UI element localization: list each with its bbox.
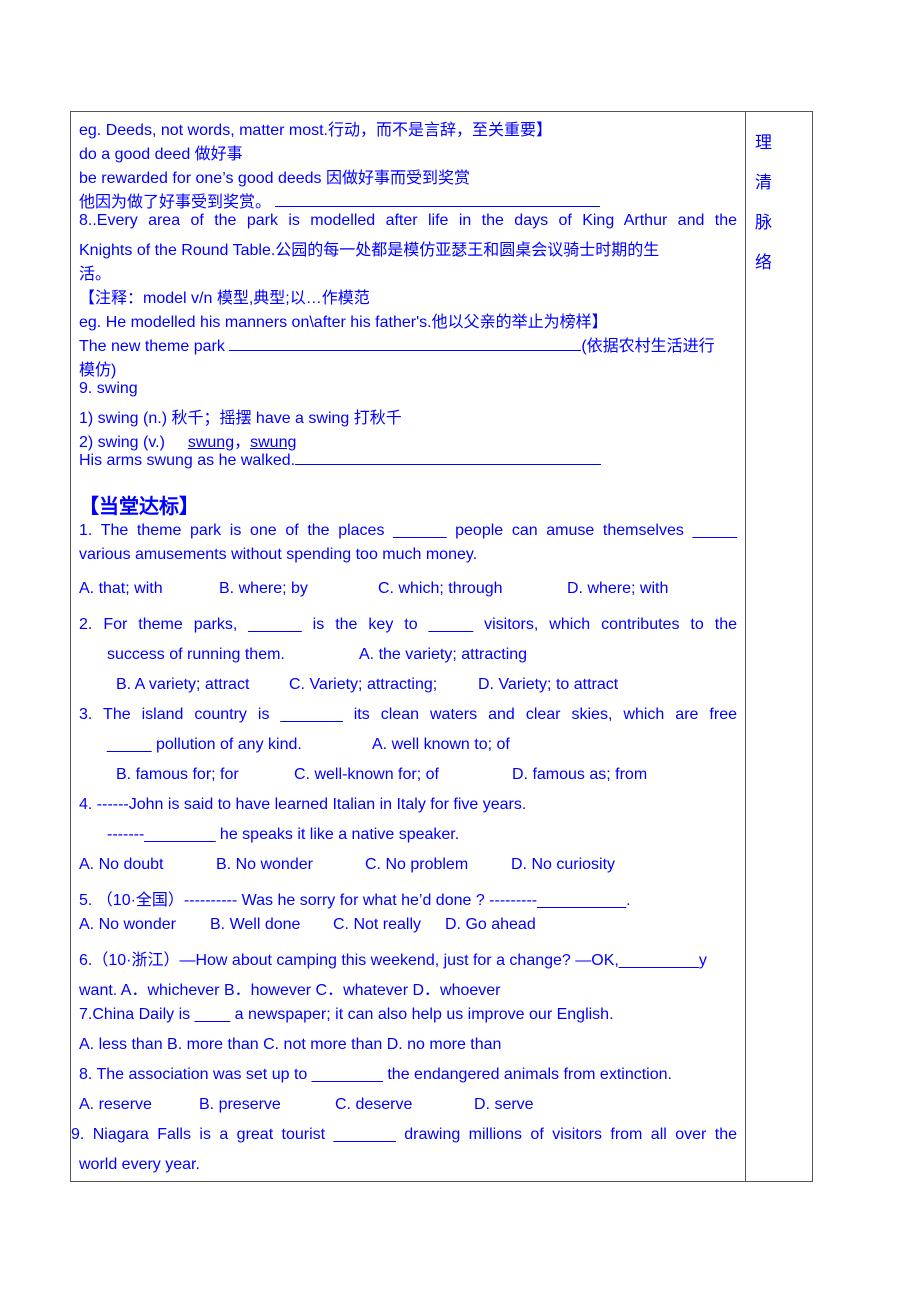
q1-stem: 1. The theme park is one of the places _… <box>79 522 737 539</box>
item8-line1: 8..Every area of the park is modelled af… <box>79 212 737 229</box>
past-tense: swung <box>187 434 235 451</box>
option-c[interactable]: C. well-known for; of <box>294 766 512 784</box>
q5-options: A. No wonder B. Well done C. Not really D. … <box>79 916 536 934</box>
q3-stem: 3. The island country is _______ its cle… <box>79 706 737 723</box>
side-char: 理 <box>755 133 772 152</box>
phrase-rewarded: be rewarded for one’s good deeds 因做好事而受到… <box>79 170 470 187</box>
item9-title: 9. swing <box>79 380 138 397</box>
item8-line3: 活。 <box>79 266 112 283</box>
swing-verb: 2) swing (v.) swung，swung <box>79 428 296 452</box>
answer-blank[interactable] <box>275 205 601 207</box>
option-b[interactable]: B. A variety; attract <box>116 676 289 694</box>
park-exercise: The new theme park (依据农村生活进行 <box>79 332 715 356</box>
q9-stem-cont: world every year. <box>79 1156 200 1173</box>
option-d[interactable]: D. No curiosity <box>511 856 615 874</box>
option-b[interactable]: B. famous for; for <box>116 766 294 784</box>
q1-stem-cont: various amusements without spending too … <box>79 546 478 563</box>
park-hint: (依据农村生活进行 <box>581 338 715 355</box>
option-a[interactable]: A. reserve <box>79 1096 199 1114</box>
translation-exercise: 他因为做了好事受到奖赏。 <box>79 188 601 212</box>
q4-stem-cont: -------________ he speaks it like a nati… <box>107 826 460 843</box>
arms-prompt: His arms swung as he walked. <box>79 452 296 469</box>
q7-stem: 7.China Daily is ____ a newspaper; it ca… <box>79 1006 614 1023</box>
q3-stem-cont: _____ pollution of any kind. A. well know… <box>107 736 510 754</box>
separator: ， <box>234 434 251 451</box>
arms-exercise: His arms swung as he walked. <box>79 452 602 470</box>
answer-blank[interactable] <box>229 349 582 351</box>
option-c[interactable]: C. No problem <box>365 856 511 874</box>
swing-verb-label: 2) swing (v.) <box>79 434 165 451</box>
q3-options: B. famous for; for C. well-known for; of D… <box>116 766 647 784</box>
option-a[interactable]: A. well known to; of <box>372 736 510 753</box>
translation-prompt: 他因为做了好事受到奖赏。 <box>79 194 272 211</box>
park-hint-cont: 模仿) <box>79 362 117 379</box>
option-b[interactable]: B. preserve <box>199 1096 335 1114</box>
phrase-good-deed: do a good deed 做好事 <box>79 146 243 163</box>
option-c[interactable]: C. Variety; attracting; <box>289 676 478 694</box>
q1-options: A. that; with B. where; by C. which; throu… <box>79 580 668 598</box>
q5-stem: 5. （10·全国）---------- Was he sorry for wh… <box>79 892 631 909</box>
q6-options: want. A．whichever B．however C．whatever D… <box>79 982 501 999</box>
option-b[interactable]: B. No wonder <box>216 856 365 874</box>
answer-blank[interactable] <box>295 463 602 465</box>
q6-stem: 6.（10·浙江）—How about camping this weekend… <box>79 952 707 969</box>
section-title: 【当堂达标】 <box>79 496 199 518</box>
q9-stem: 9. Niagara Falls is a great tourist ____… <box>71 1126 737 1143</box>
option-a[interactable]: A. that; with <box>79 580 219 598</box>
option-a[interactable]: A. the variety; attracting <box>359 646 527 663</box>
option-d[interactable]: D. Go ahead <box>445 916 536 934</box>
option-a[interactable]: A. No doubt <box>79 856 216 874</box>
annotation-model: 【注释：model v/n 模型,典型;以…作模范 <box>79 290 370 307</box>
q2-text: success of running them. <box>107 646 285 663</box>
option-b[interactable]: B. Well done <box>210 916 333 934</box>
q4-options: A. No doubt B. No wonder C. No problem D. N… <box>79 856 615 874</box>
q8-stem: 8. The association was set up to _______… <box>79 1066 672 1083</box>
worksheet-table: eg. Deeds, not words, matter most.行动，而不是… <box>70 111 813 1182</box>
side-column: 理 清 脉 络 <box>746 112 812 1181</box>
option-c[interactable]: C. deserve <box>335 1096 474 1114</box>
q3-text: _____ pollution of any kind. <box>107 736 302 753</box>
park-prompt: The new theme park <box>79 338 225 355</box>
option-a[interactable]: A. No wonder <box>79 916 210 934</box>
q2-options: B. A variety; attract C. Variety; attract… <box>116 676 618 694</box>
option-d[interactable]: D. famous as; from <box>512 766 647 784</box>
option-d[interactable]: D. Variety; to attract <box>478 676 618 694</box>
q2-stem-cont: success of running them. A. the variety; … <box>107 646 527 664</box>
swing-noun: 1) swing (n.) 秋千；摇摆 have a swing 打秋千 <box>79 410 402 427</box>
side-char: 清 <box>755 173 772 192</box>
q2-stem: 2. For theme parks, ______ is the key to… <box>79 616 737 633</box>
side-char: 脉 <box>755 213 772 232</box>
example-deeds: eg. Deeds, not words, matter most.行动，而不是… <box>79 122 552 139</box>
q7-options: A. less than B. more than C. not more th… <box>79 1036 502 1053</box>
side-char: 络 <box>755 253 772 272</box>
content-cell: eg. Deeds, not words, matter most.行动，而不是… <box>71 112 746 1181</box>
option-d[interactable]: D. serve <box>474 1096 534 1114</box>
q4-stem: 4. ------John is said to have learned It… <box>79 796 527 813</box>
q8-options: A. reserve B. preserve C. deserve D. serve <box>79 1096 534 1114</box>
option-b[interactable]: B. where; by <box>219 580 378 598</box>
option-d[interactable]: D. where; with <box>567 580 668 598</box>
option-c[interactable]: C. which; through <box>378 580 567 598</box>
example-modelled: eg. He modelled his manners on\after his… <box>79 314 608 331</box>
option-c[interactable]: C. Not really <box>333 916 445 934</box>
past-participle: swung <box>250 434 297 451</box>
item8-line2: Knights of the Round Table.公园的每一处都是模仿亚瑟王… <box>79 242 660 259</box>
